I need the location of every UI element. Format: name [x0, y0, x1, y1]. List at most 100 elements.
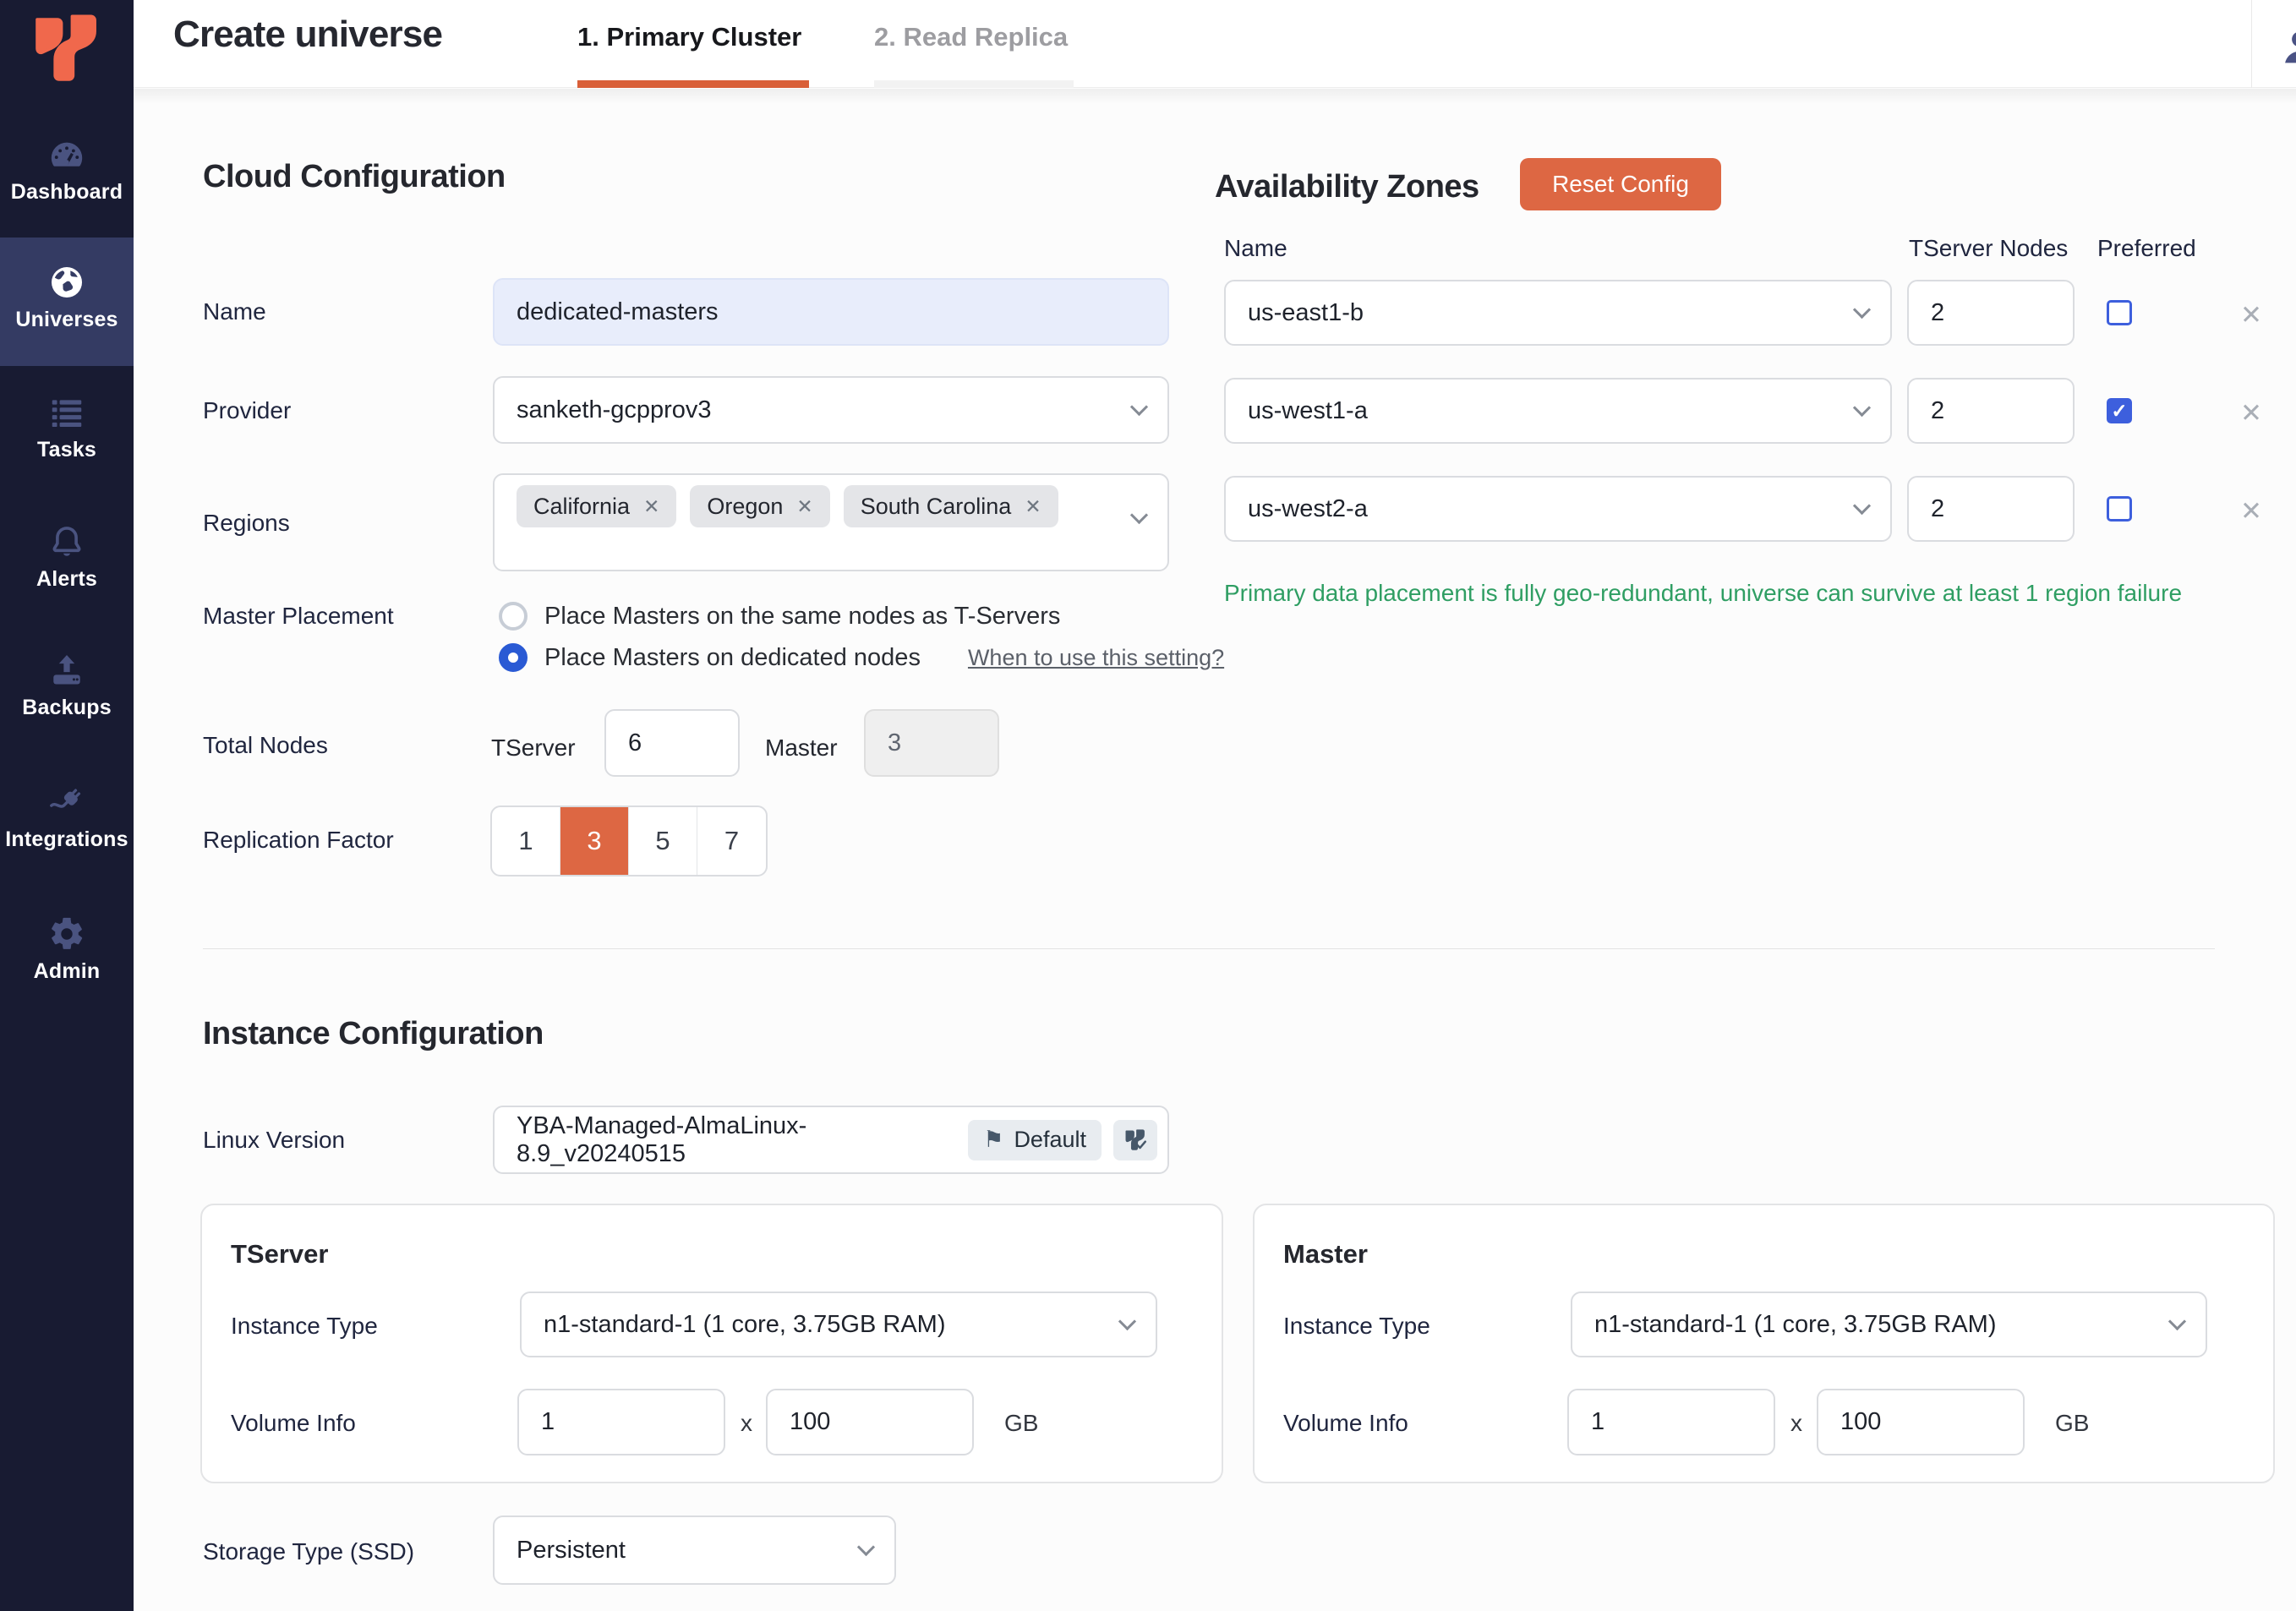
tserver-volume-count-input[interactable]	[517, 1389, 725, 1455]
linux-version-label: Linux Version	[203, 1127, 345, 1154]
az-zone-select[interactable]: us-east1-b	[1224, 280, 1892, 346]
tab-primary-cluster[interactable]: 1. Primary Cluster	[577, 22, 801, 52]
region-chip-label: Oregon	[707, 494, 783, 520]
volume-unit: GB	[2055, 1410, 2089, 1437]
tserver-instance-type-select[interactable]: n1-standard-1 (1 core, 3.75GB RAM)	[520, 1292, 1157, 1357]
regions-label: Regions	[203, 510, 290, 537]
sidebar-item-universes[interactable]: Universes	[0, 238, 134, 366]
page-title: Create universe	[173, 14, 442, 56]
sidebar-item-tasks[interactable]: Tasks	[0, 393, 134, 462]
sidebar-item-dashboard[interactable]: Dashboard	[0, 135, 134, 205]
preferred-checkbox[interactable]: ✓	[2107, 496, 2132, 522]
preferred-checkbox[interactable]: ✓	[2107, 398, 2132, 423]
az-zone-select[interactable]: us-west1-a	[1224, 378, 1892, 444]
sidebar-item-label: Integrations	[0, 827, 134, 852]
master-instance-type-select[interactable]: n1-standard-1 (1 core, 3.75GB RAM)	[1571, 1292, 2207, 1357]
sidebar-item-admin[interactable]: Admin	[0, 915, 134, 984]
backups-upload-icon	[47, 651, 86, 690]
replication-factor-selector: 1 3 5 7	[490, 806, 768, 876]
region-chip-label: California	[533, 494, 630, 520]
volume-multiplier: x	[741, 1410, 752, 1437]
tserver-count-label: TServer	[491, 735, 576, 762]
placement-option-label: Place Masters on dedicated nodes	[544, 644, 921, 672]
integrations-plug-icon	[47, 783, 86, 822]
regions-multiselect[interactable]: California ✕ Oregon ✕ South Carolina ✕	[493, 473, 1169, 571]
tserver-card-title: TServer	[231, 1239, 328, 1270]
section-divider	[203, 948, 2215, 949]
sidebar-item-label: Alerts	[0, 567, 134, 592]
availability-zones-title: Availability Zones	[1215, 169, 1479, 205]
master-placement-label: Master Placement	[203, 603, 394, 630]
remove-region-icon[interactable]: ✕	[796, 495, 812, 518]
master-volume-count-input[interactable]	[1567, 1389, 1775, 1455]
az-zone-value: us-west1-a	[1248, 397, 1368, 425]
remove-zone-icon[interactable]: ✕	[2240, 400, 2262, 426]
sidebar-item-integrations[interactable]: Integrations	[0, 783, 134, 852]
cloud-configuration-title: Cloud Configuration	[203, 159, 506, 195]
dashboard-gauge-icon	[47, 135, 86, 174]
az-nodes-input[interactable]	[1907, 280, 2075, 346]
az-zone-select[interactable]: us-west2-a	[1224, 476, 1892, 542]
remove-region-icon[interactable]: ✕	[643, 495, 659, 518]
sidebar: Dashboard Universes Tasks	[0, 0, 134, 1611]
az-col-preferred: Preferred	[2097, 235, 2196, 262]
replication-factor-label: Replication Factor	[203, 827, 394, 854]
universe-name-input[interactable]	[493, 278, 1169, 346]
sidebar-item-alerts[interactable]: Alerts	[0, 522, 134, 592]
reset-config-button[interactable]: Reset Config	[1520, 158, 1721, 210]
az-zone-value: us-east1-b	[1248, 299, 1364, 327]
sidebar-item-label: Backups	[0, 696, 134, 720]
storage-type-label: Storage Type (SSD)	[203, 1538, 414, 1565]
sidebar-item-backups[interactable]: Backups	[0, 651, 134, 720]
radio-checked-icon[interactable]	[499, 643, 528, 672]
top-header	[134, 0, 2296, 88]
tserver-volume-size-input[interactable]	[766, 1389, 974, 1455]
region-chip: Oregon ✕	[690, 485, 829, 527]
volume-unit: GB	[1004, 1410, 1038, 1437]
tserver-volume-info-label: Volume Info	[231, 1410, 356, 1437]
chevron-down-icon	[1130, 397, 1148, 415]
yb-verified-badge	[1113, 1120, 1157, 1160]
rf-option-5[interactable]: 5	[629, 807, 697, 875]
az-nodes-input[interactable]	[1907, 378, 2075, 444]
preferred-checkbox[interactable]: ✓	[2107, 300, 2132, 325]
rf-option-7[interactable]: 7	[697, 807, 766, 875]
radio-unchecked-icon[interactable]	[499, 602, 528, 631]
remove-region-icon[interactable]: ✕	[1025, 495, 1041, 518]
remove-zone-icon[interactable]: ✕	[2240, 498, 2262, 524]
az-zone-value: us-west2-a	[1248, 495, 1368, 523]
instance-configuration-title: Instance Configuration	[203, 1016, 544, 1052]
tserver-instance-type-value: n1-standard-1 (1 core, 3.75GB RAM)	[544, 1311, 945, 1339]
tab-read-replica-underline	[874, 80, 1074, 88]
placement-option-dedicated[interactable]: Place Masters on dedicated nodes When to…	[499, 643, 1224, 672]
name-label: Name	[203, 298, 266, 325]
region-chip: South Carolina ✕	[844, 485, 1058, 527]
when-to-use-link[interactable]: When to use this setting?	[968, 645, 1224, 671]
master-volume-info-label: Volume Info	[1283, 1410, 1408, 1437]
master-count-label: Master	[765, 735, 838, 762]
alerts-bell-icon	[47, 522, 86, 561]
user-profile-icon[interactable]	[2277, 24, 2296, 71]
rf-option-3[interactable]: 3	[560, 807, 629, 875]
placement-option-shared[interactable]: Place Masters on the same nodes as T-Ser…	[499, 602, 1060, 631]
master-volume-size-input[interactable]	[1817, 1389, 2025, 1455]
rf-option-1[interactable]: 1	[492, 807, 560, 875]
admin-gear-icon	[47, 915, 86, 953]
volume-multiplier: x	[1790, 1410, 1802, 1437]
linux-version-select[interactable]: YBA-Managed-AlmaLinux-8.9_v20240515 ⚑ De…	[493, 1106, 1169, 1174]
sidebar-item-label: Admin	[0, 959, 134, 984]
geo-redundancy-status: Primary data placement is fully geo-redu…	[1224, 580, 2182, 607]
storage-type-select[interactable]: Persistent	[493, 1515, 896, 1585]
provider-value: sanketh-gcpprov3	[517, 396, 712, 424]
sidebar-item-label: Tasks	[0, 438, 134, 462]
sidebar-item-label: Dashboard	[0, 180, 134, 205]
provider-label: Provider	[203, 397, 291, 424]
yugabyte-logo-icon	[22, 10, 112, 88]
default-badge: ⚑ Default	[968, 1120, 1102, 1160]
provider-select[interactable]: sanketh-gcpprov3	[493, 376, 1169, 444]
flag-icon: ⚑	[983, 1127, 1003, 1153]
remove-zone-icon[interactable]: ✕	[2240, 302, 2262, 328]
tab-read-replica[interactable]: 2. Read Replica	[874, 22, 1068, 52]
tserver-nodes-input[interactable]	[604, 709, 740, 777]
az-nodes-input[interactable]	[1907, 476, 2075, 542]
